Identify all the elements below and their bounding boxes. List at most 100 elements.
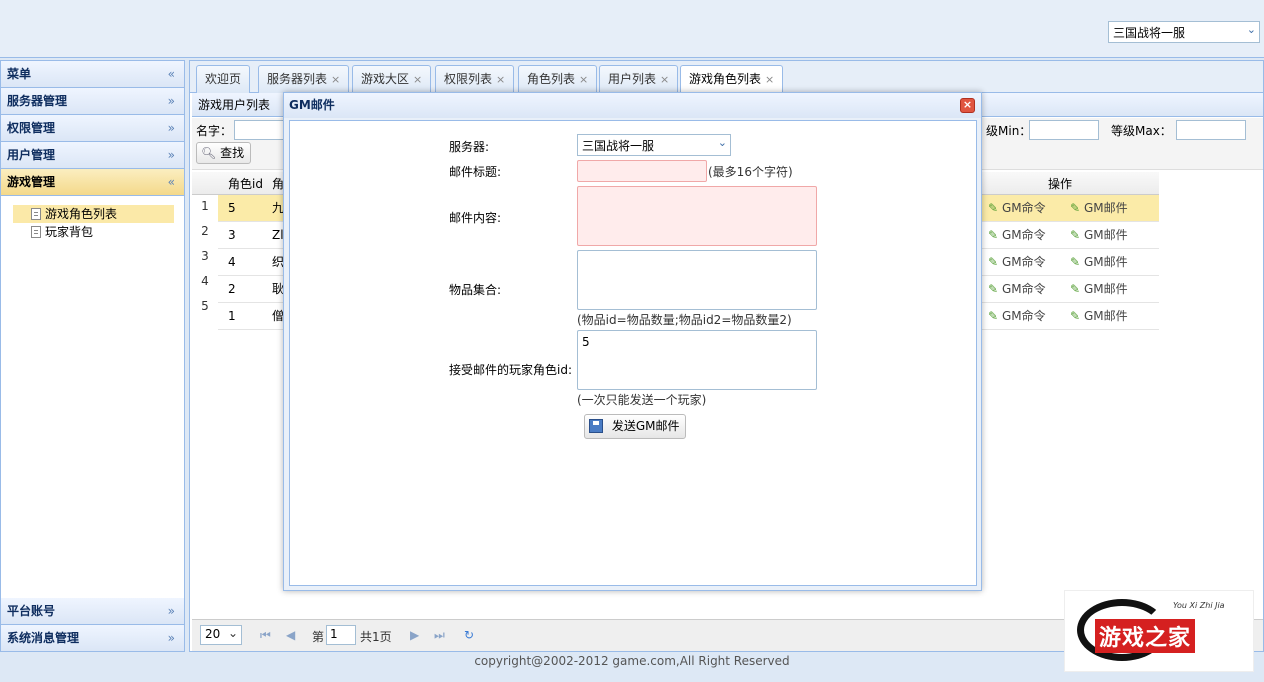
gm-command-link[interactable]: ✎ GM命令 — [988, 249, 1046, 275]
level-min-input[interactable] — [1029, 120, 1099, 140]
close-icon[interactable]: × — [413, 73, 422, 86]
subject-input[interactable] — [577, 160, 707, 182]
tab-permission-list[interactable]: 权限列表 × — [435, 65, 515, 93]
level-max-label: 等级Max： — [1111, 124, 1172, 138]
row-number: 1 — [201, 199, 209, 213]
tab-label: 游戏角色列表 — [689, 72, 762, 86]
file-icon — [31, 226, 41, 238]
close-icon[interactable]: × — [660, 73, 669, 86]
tab-welcome[interactable]: 欢迎页 — [196, 65, 251, 93]
tab-bar: 欢迎页 服务器列表 × 游戏大区 × 权限列表 × 角色列表 × 用户列表 × 游戏角色列… — [190, 61, 1263, 94]
server-label: 服务器: — [449, 140, 490, 154]
top-header: 三国战将一服 ⌄ — [0, 0, 1264, 58]
row-number: 4 — [201, 274, 209, 288]
cell-role-id: 1 — [228, 309, 236, 323]
gm-mail-label: GM邮件 — [1084, 228, 1128, 242]
tab-role-list[interactable]: 角色列表 × — [518, 65, 598, 93]
prev-page-icon[interactable]: ◀ — [286, 628, 295, 642]
sidebar-section-platform[interactable]: 平台账号 » — [1, 598, 184, 625]
expand-icon[interactable]: » — [168, 598, 175, 624]
cell-role-id: 4 — [228, 255, 236, 269]
expand-icon[interactable]: » — [168, 625, 175, 651]
page-size-select[interactable]: 20 ⌄ — [200, 625, 242, 645]
gm-mail-dialog: GM邮件 × 服务器: 三国战将一服 ⌄ 邮件标题: (最多16个字符) 邮件内… — [283, 92, 982, 591]
save-icon — [589, 419, 603, 433]
page-total: 共1页 — [360, 630, 392, 644]
receiver-textarea[interactable]: 5 — [577, 330, 817, 390]
last-page-icon[interactable]: ⏭ — [434, 628, 445, 643]
content-textarea[interactable] — [577, 186, 817, 246]
close-icon[interactable]: × — [496, 73, 505, 86]
send-gm-mail-button[interactable]: 发送GM邮件 — [584, 414, 687, 439]
tab-server-list[interactable]: 服务器列表 × — [258, 65, 350, 93]
gm-mail-label: GM邮件 — [1084, 309, 1128, 323]
tab-label: 服务器列表 — [267, 72, 328, 86]
sidebar-section-menu[interactable]: 菜单 « — [1, 61, 184, 88]
gm-command-link[interactable]: ✎ GM命令 — [988, 276, 1046, 302]
gm-mail-link[interactable]: ✎ GM邮件 — [1070, 195, 1128, 221]
close-icon[interactable]: × — [960, 98, 975, 113]
gm-mail-link[interactable]: ✎ GM邮件 — [1070, 249, 1128, 275]
items-textarea[interactable] — [577, 250, 817, 310]
sidebar-section-permission[interactable]: 权限管理 » — [1, 115, 184, 142]
receiver-value: 5 — [582, 335, 590, 349]
gm-mail-link[interactable]: ✎ GM邮件 — [1070, 303, 1128, 329]
refresh-icon[interactable]: ↻ — [464, 628, 474, 642]
sidebar-section-server[interactable]: 服务器管理 » — [1, 88, 184, 115]
sidebar-section-label: 权限管理 — [7, 121, 56, 135]
chevron-down-icon: ⌄ — [717, 136, 727, 149]
sidebar: 菜单 « 服务器管理 » 权限管理 » 用户管理 » 游戏管理 « 游戏角色列表… — [0, 60, 185, 652]
gm-command-link[interactable]: ✎ GM命令 — [988, 303, 1046, 329]
pencil-icon: ✎ — [988, 228, 999, 242]
gm-mail-link[interactable]: ✎ GM邮件 — [1070, 276, 1128, 302]
expand-icon[interactable]: » — [168, 115, 175, 141]
collapse-icon[interactable]: « — [168, 61, 175, 87]
pencil-icon: ✎ — [1070, 255, 1081, 269]
sidebar-section-sysmsg[interactable]: 系统消息管理 » — [1, 625, 184, 652]
tab-label: 权限列表 — [444, 72, 493, 86]
page-number-input[interactable]: 1 — [326, 625, 356, 645]
sidebar-item-player-bag[interactable]: 玩家背包 — [13, 223, 174, 241]
search-button-label: 查找 — [220, 146, 245, 160]
server-field[interactable]: 三国战将一服 ⌄ — [577, 134, 731, 156]
first-page-icon[interactable]: ⏮ — [260, 628, 271, 643]
tab-user-list[interactable]: 用户列表 × — [599, 65, 679, 93]
sidebar-item-label: 游戏角色列表 — [45, 207, 118, 221]
sidebar-item-game-roles[interactable]: 游戏角色列表 — [13, 205, 174, 223]
expand-icon[interactable]: » — [168, 88, 175, 114]
server-select[interactable]: 三国战将一服 ⌄ — [1108, 21, 1260, 43]
close-icon[interactable]: × — [331, 73, 340, 86]
row-number: 2 — [201, 224, 209, 238]
close-icon[interactable]: × — [765, 73, 774, 86]
receiver-label: 接受邮件的玩家角色id: — [449, 363, 572, 377]
page-number-value: 1 — [330, 627, 338, 641]
next-page-icon[interactable]: ▶ — [410, 628, 419, 642]
sidebar-section-user[interactable]: 用户管理 » — [1, 142, 184, 169]
column-header-role-id[interactable]: 角色id — [228, 175, 263, 192]
search-button[interactable]: 🔍︎ 查找 — [196, 142, 252, 164]
gm-mail-label: GM邮件 — [1084, 255, 1128, 269]
sidebar-section-game[interactable]: 游戏管理 « — [1, 169, 184, 196]
gm-command-label: GM命令 — [1002, 255, 1046, 269]
gm-command-label: GM命令 — [1002, 201, 1046, 215]
tab-game-role-list[interactable]: 游戏角色列表 × — [680, 65, 784, 94]
sidebar-game-body: 游戏角色列表 玩家背包 — [1, 196, 184, 627]
gm-mail-link[interactable]: ✎ GM邮件 — [1070, 222, 1128, 248]
collapse-icon[interactable]: « — [168, 169, 175, 195]
logo-subtitle: You Xi Zhi Jia — [1173, 601, 1225, 610]
gm-command-label: GM命令 — [1002, 282, 1046, 296]
level-max-input[interactable] — [1176, 120, 1246, 140]
gm-command-link[interactable]: ✎ GM命令 — [988, 222, 1046, 248]
gm-command-link[interactable]: ✎ GM命令 — [988, 195, 1046, 221]
subject-label: 邮件标题: — [449, 165, 502, 179]
cell-name: Zl — [272, 228, 284, 242]
sidebar-item-label: 玩家背包 — [45, 225, 94, 239]
row-number: 3 — [201, 249, 209, 263]
tab-game-zone[interactable]: 游戏大区 × — [352, 65, 432, 93]
search-icon: 🔍︎ — [201, 146, 217, 160]
pencil-icon: ✎ — [1070, 282, 1081, 296]
expand-icon[interactable]: » — [168, 142, 175, 168]
gm-command-label: GM命令 — [1002, 309, 1046, 323]
page-size-value: 20 — [205, 627, 221, 641]
close-icon[interactable]: × — [579, 73, 588, 86]
